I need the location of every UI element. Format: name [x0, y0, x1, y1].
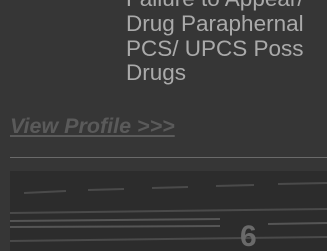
height-marker: 6	[240, 220, 257, 251]
height-chart-backdrop: 6	[10, 171, 327, 251]
charge-item: Drugs	[126, 60, 187, 86]
charge-item: Drug Paraphernal	[126, 10, 304, 36]
divider	[10, 157, 327, 158]
mugshot-photo: 6	[10, 171, 327, 251]
view-profile-link[interactable]: View Profile >>>	[10, 113, 175, 139]
charge-item: PCS/ UPCS Poss	[126, 35, 304, 61]
charges-list: Failure to Appear/ Drug Paraphernal PCS/…	[126, 0, 327, 86]
